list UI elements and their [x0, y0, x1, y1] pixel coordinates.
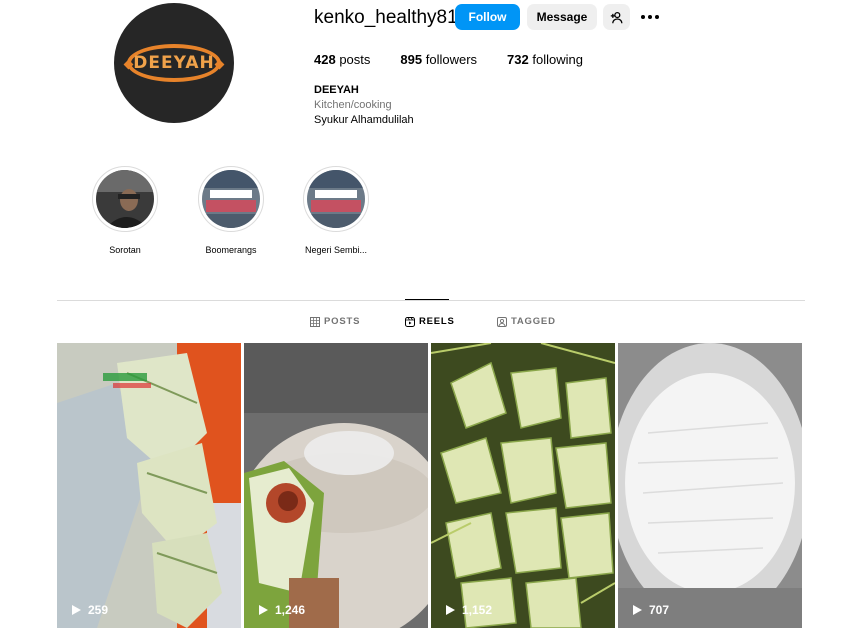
posts-stat: 428 posts [314, 52, 371, 67]
tabs-divider [57, 300, 805, 301]
highlight-cover [307, 170, 365, 228]
tab-posts[interactable]: POSTS [310, 316, 360, 327]
reel-views: 707 [632, 603, 669, 617]
tab-reels[interactable]: REELS [405, 316, 455, 327]
bio-category: Kitchen/cooking [314, 99, 392, 111]
followers-stat[interactable]: 895 followers [400, 52, 477, 67]
reel-thumbnail [431, 343, 615, 628]
bio-name: DEEYAH [314, 84, 359, 96]
reel-tile[interactable]: 259 [57, 343, 241, 628]
logo-star-left-icon [123, 59, 134, 70]
play-icon [446, 605, 455, 615]
follow-button[interactable]: Follow [455, 4, 520, 30]
highlight-negeri-sembilan[interactable]: Negeri Sembi... [291, 166, 381, 255]
tagged-icon [497, 316, 507, 327]
profile-username: kenko_healthy81 [314, 7, 458, 28]
play-icon [259, 605, 268, 615]
highlight-cover [96, 170, 154, 228]
reels-grid: 259 1,246 1,152 707 [57, 343, 802, 628]
profile-stats: 428 posts 895 followers 732 following [314, 52, 613, 67]
message-button[interactable]: Message [527, 4, 597, 30]
logo-text: DEEYAH [133, 53, 215, 73]
reel-thumbnail [57, 343, 241, 628]
profile-avatar[interactable]: DEEYAH [114, 3, 234, 123]
more-options-button[interactable] [638, 6, 662, 28]
reel-views: 259 [71, 603, 108, 617]
reels-icon [405, 316, 415, 327]
play-icon [633, 605, 642, 615]
reel-thumbnail [244, 343, 428, 628]
add-person-icon [610, 11, 623, 23]
suggested-accounts-button[interactable] [603, 4, 630, 30]
bio-text: Syukur Alhamdulilah [314, 114, 414, 126]
highlight-cover [202, 170, 260, 228]
brand-logo: DEEYAH [123, 44, 225, 82]
more-dots-icon [641, 15, 659, 19]
highlight-boomerangs[interactable]: Boomerangs [186, 166, 276, 255]
reel-views: 1,152 [445, 603, 492, 617]
reel-thumbnail [618, 343, 802, 628]
logo-star-right-icon [214, 59, 225, 70]
tab-tagged[interactable]: TAGGED [497, 316, 556, 327]
following-stat[interactable]: 732 following [507, 52, 583, 67]
profile-bio: DEEYAH Kitchen/cooking Syukur Alhamdulil… [314, 83, 414, 128]
active-tab-indicator [405, 299, 449, 300]
play-icon [72, 605, 81, 615]
reel-views: 1,246 [258, 603, 305, 617]
reel-tile[interactable]: 1,152 [431, 343, 615, 628]
grid-icon [310, 316, 320, 327]
reel-tile[interactable]: 707 [618, 343, 802, 628]
profile-tabs: POSTS REELS TAGGED [0, 316, 845, 330]
reel-tile[interactable]: 1,246 [244, 343, 428, 628]
highlight-sorotan[interactable]: Sorotan [80, 166, 170, 255]
